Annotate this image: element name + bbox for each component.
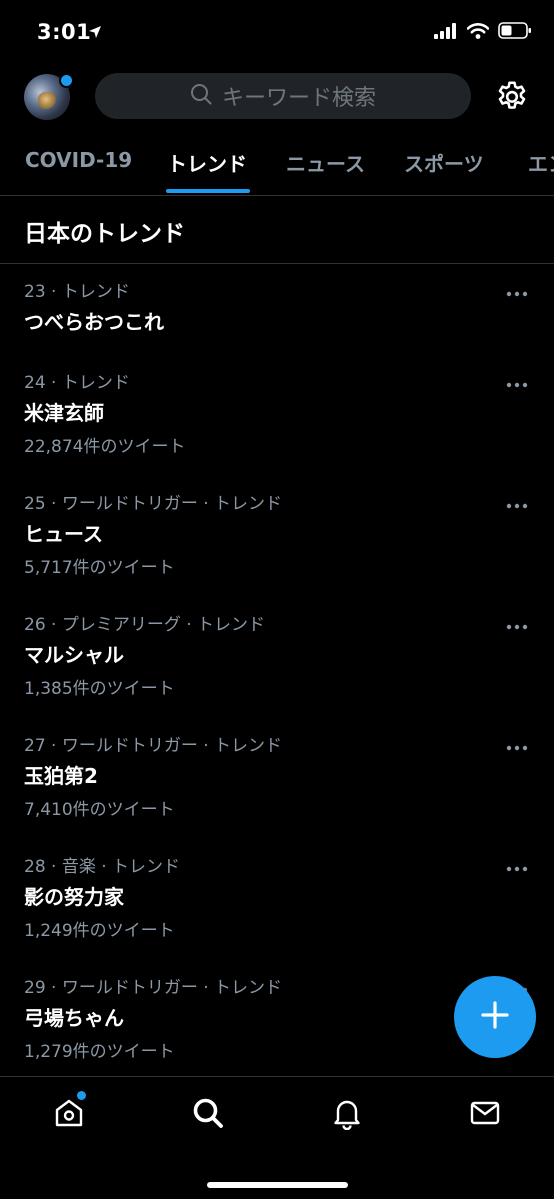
trend-name: 弓場ちゃん <box>24 1006 124 1030</box>
home-indicator <box>207 1182 348 1188</box>
trend-meta: 29 · ワールドトリガー · トレンド <box>24 978 283 998</box>
nav-notifications[interactable] <box>327 1095 367 1135</box>
tab-trends[interactable]: トレンド <box>167 148 247 177</box>
tab-sports[interactable]: スポーツ <box>404 148 484 177</box>
trend-tweet-count: 1,385件のツイート <box>24 679 175 699</box>
search-icon <box>190 83 212 109</box>
trend-name: 影の努力家 <box>24 885 124 909</box>
header: キーワード検索 <box>0 66 554 128</box>
more-icon[interactable] <box>505 858 529 872</box>
battery-icon <box>498 22 532 43</box>
nav-home[interactable] <box>49 1095 89 1135</box>
trend-meta: 26 · プレミアリーグ · トレンド <box>24 615 266 635</box>
tab-active-indicator <box>166 189 250 193</box>
more-icon[interactable] <box>505 283 529 297</box>
more-icon[interactable] <box>505 495 529 509</box>
trend-tweet-count: 1,249件のツイート <box>24 921 175 941</box>
tab-news[interactable]: ニュース <box>286 148 365 177</box>
trend-name: つべらおつこれ <box>24 310 164 334</box>
compose-button[interactable] <box>454 976 536 1058</box>
tab-entertainment[interactable]: エン <box>528 148 554 177</box>
trend-item[interactable]: 25 · ワールドトリガー · トレンド ヒュース 5,717件のツイート <box>0 489 554 584</box>
search-input[interactable]: キーワード検索 <box>95 73 471 119</box>
status-time: 3:01 <box>37 20 92 44</box>
wifi-icon <box>466 22 490 43</box>
trend-meta: 24 · トレンド <box>24 373 130 393</box>
plus-icon <box>480 1000 510 1034</box>
home-notification-dot <box>77 1091 86 1100</box>
trend-name: 玉狛第2 <box>24 764 98 788</box>
search-icon <box>191 1096 225 1134</box>
nav-messages[interactable] <box>465 1095 505 1135</box>
gear-icon[interactable] <box>494 79 530 115</box>
section-header: 日本のトレンド <box>0 196 554 264</box>
status-bar: 3:01 <box>0 0 554 66</box>
nav-search[interactable] <box>188 1095 228 1135</box>
tab-covid19[interactable]: COVID-19 <box>25 148 132 172</box>
trend-tweet-count: 7,410件のツイート <box>24 800 175 820</box>
search-placeholder: キーワード検索 <box>221 86 376 111</box>
home-icon <box>52 1096 86 1134</box>
trend-meta: 25 · ワールドトリガー · トレンド <box>24 494 283 514</box>
tab-bar: COVID-19 トレンド ニュース スポーツ エン <box>0 134 554 196</box>
trend-meta: 27 · ワールドトリガー · トレンド <box>24 736 283 756</box>
trend-item[interactable]: 28 · 音楽 · トレンド 影の努力家 1,249件のツイート <box>0 852 554 947</box>
trend-name: マルシャル <box>24 643 124 667</box>
trend-item[interactable]: 26 · プレミアリーグ · トレンド マルシャル 1,385件のツイート <box>0 610 554 705</box>
notification-dot <box>59 73 74 88</box>
more-icon[interactable] <box>505 616 529 630</box>
trend-tweet-count: 1,279件のツイート <box>24 1042 175 1062</box>
trend-item[interactable]: 23 · トレンド つべらおつこれ <box>0 277 554 337</box>
trend-meta: 23 · トレンド <box>24 282 130 302</box>
trend-item[interactable]: 27 · ワールドトリガー · トレンド 玉狛第2 7,410件のツイート <box>0 731 554 826</box>
bell-icon <box>330 1096 364 1134</box>
location-arrow-icon <box>88 24 102 43</box>
signal-icon <box>434 22 458 43</box>
trend-tweet-count: 5,717件のツイート <box>24 558 175 578</box>
section-title: 日本のトレンド <box>24 221 185 247</box>
trend-item[interactable]: 24 · トレンド 米津玄師 22,874件のツイート <box>0 368 554 463</box>
trend-name: ヒュース <box>24 522 103 546</box>
mail-icon <box>468 1096 502 1134</box>
trend-name: 米津玄師 <box>24 401 104 425</box>
trend-meta: 28 · 音楽 · トレンド <box>24 857 181 877</box>
explore-screen: 3:01 キーワード検索 COVID-19 トレンド ニュース スポーツ エ 日… <box>0 0 554 1199</box>
bottom-nav <box>0 1076 554 1199</box>
trend-tweet-count: 22,874件のツイート <box>24 437 186 457</box>
status-icons <box>434 22 532 43</box>
more-icon[interactable] <box>505 737 529 751</box>
more-icon[interactable] <box>505 374 529 388</box>
